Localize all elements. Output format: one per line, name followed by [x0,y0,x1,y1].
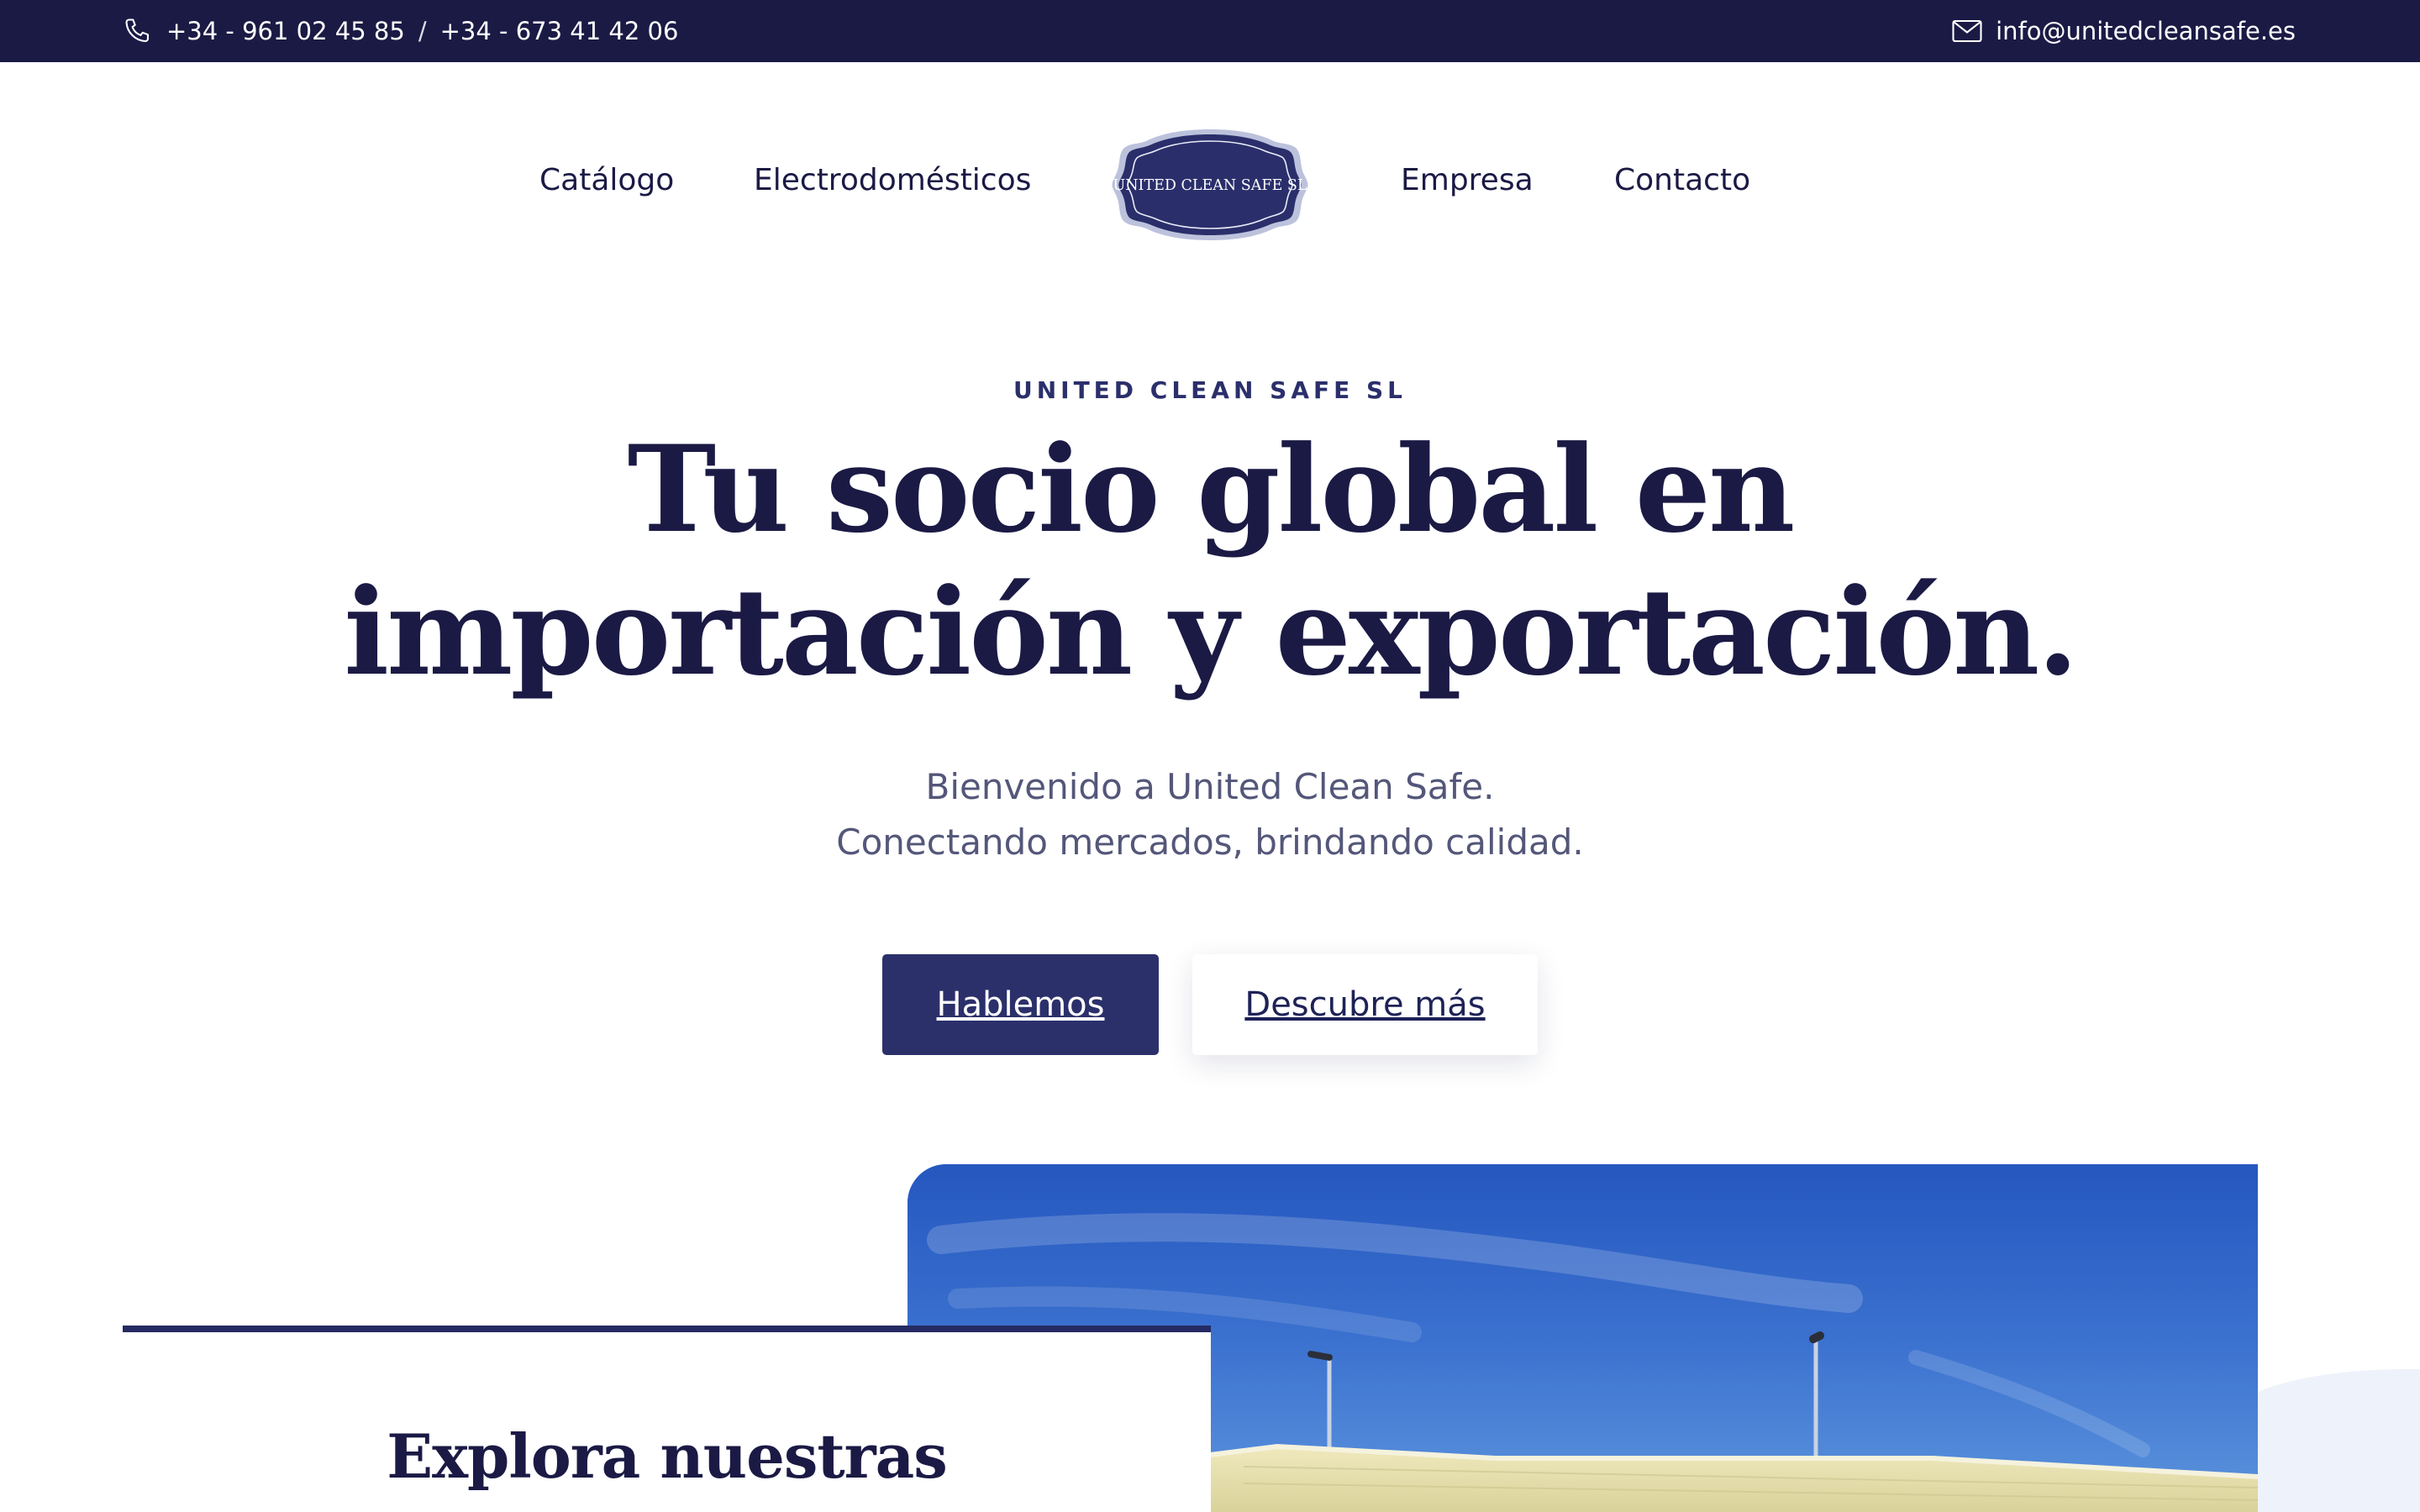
company-logo[interactable]: UNITED CLEAN SAFE SL [1109,126,1311,244]
logo-text: UNITED CLEAN SAFE SL [1113,177,1307,194]
email-link[interactable]: info@unitedcleansafe.es [1996,17,2296,45]
card-title-line-2: lineas de productos [343,1501,992,1512]
mail-icon [1952,19,1982,43]
card-accent-line [123,1326,1211,1332]
phone-separator: / [418,17,427,45]
hero-eyebrow: UNITED CLEAN SAFE SL [1013,376,1407,404]
hero-subtitle-line-2: Conectando mercados, brindando calidad. [836,822,1584,863]
phone-contact: +34 - 961 02 45 85 / +34 - 673 41 42 06 [123,0,678,62]
product-lines-title: Explora nuestras lineas de productos [123,1416,1211,1512]
phone-number-2[interactable]: +34 - 673 41 42 06 [440,17,679,45]
product-lines-card: Explora nuestras lineas de productos [123,1332,1211,1512]
top-contact-bar: +34 - 961 02 45 85 / +34 - 673 41 42 06 … [0,0,2420,62]
card-title-line-1: Explora nuestras [387,1420,948,1492]
email-contact: info@unitedcleansafe.es [1952,0,2296,62]
hero-headline-line-1: Tu socio global en [627,420,1796,559]
nav-item-catalogo[interactable]: Catálogo [539,163,674,197]
phone-icon [125,18,150,43]
hero-headline: Tu socio global en importación y exporta… [0,418,2420,704]
descubre-mas-button[interactable]: Descubre más [1192,954,1538,1055]
phone-number-1[interactable]: +34 - 961 02 45 85 [166,17,405,45]
hero-headline-line-2: importación y exportación. [344,563,2079,702]
hablemos-button[interactable]: Hablemos [882,954,1159,1055]
nav-item-contacto[interactable]: Contacto [1614,163,1750,197]
nav-item-empresa[interactable]: Empresa [1401,163,1534,197]
hero-subtitle-line-1: Bienvenido a United Clean Safe. [925,766,1495,807]
hero-subtitle: Bienvenido a United Clean Safe. Conectan… [0,759,2420,870]
nav-item-electrodomesticos[interactable]: Electrodomésticos [754,163,1031,197]
